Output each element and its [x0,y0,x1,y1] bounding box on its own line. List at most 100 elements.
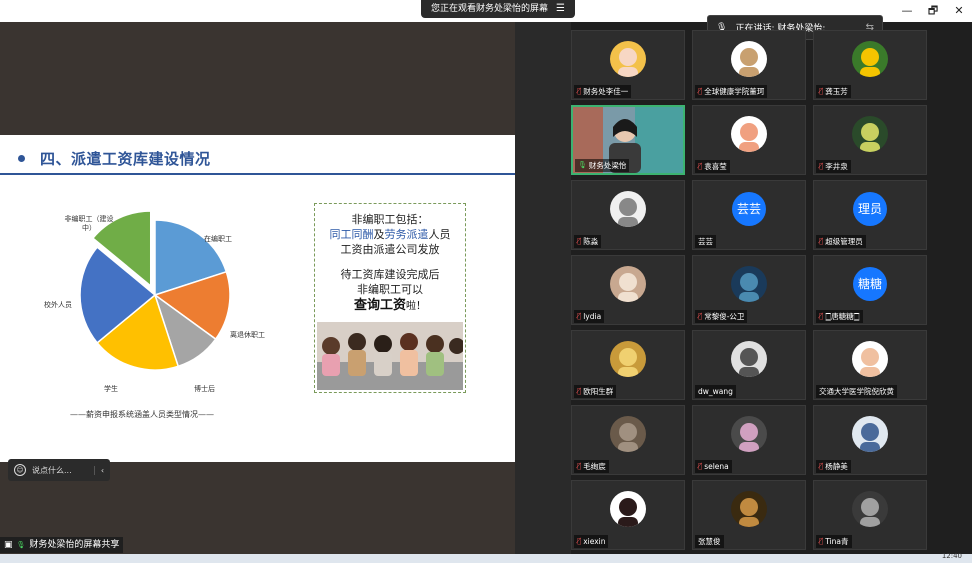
pie-label-student: 学生 [104,385,118,393]
mic-muted-icon: 🎙̸ [819,537,824,545]
participant-name-tag: 🎙̸ 超级管理员 [816,235,866,248]
mic-muted-icon: 🎙̸ [577,312,582,320]
avatar [610,341,646,377]
participant-name-tag: 🎙̸ 袁喜莹 [695,160,730,173]
notice-line-3: 工资由派遣公司发放 [340,243,440,256]
mic-muted-icon: 🎙̸ [577,237,582,245]
participant-name-tag: 🎙̸ 常黎俊-公卫 [695,310,748,323]
notice-and: 及 [373,228,385,241]
meeting-window: 您正在观看财务处梁怡的屏幕 ☰ — 🗗 ✕ 四、派遣工资库建设情况 非编职工（建… [0,0,972,563]
participant-name: Tina青 [825,537,849,546]
participant-tile[interactable]: 交通大学医学院倪欣黄 [813,330,927,400]
share-status: ▣ 🎙 财务处梁怡的屏幕共享 [0,537,124,553]
participant-tile[interactable]: 🎙̸ 毛绚宸 [571,405,685,475]
pie-label-retired: 离退休职工 [230,331,265,339]
shared-screen: 四、派遣工资库建设情况 非编职工（建设中） 在编职工 离退休职工 博士后 学生 … [0,22,515,554]
participant-tile[interactable]: 🎙̸ Tina青 [813,480,927,550]
participant-tile[interactable]: 🎙̸ 常黎俊-公卫 [692,255,806,325]
participant-tile[interactable]: 🎙̸ 袁喜莹 [692,105,806,175]
notice-line-1: 非编职工包括： [351,213,429,226]
avatar [731,41,767,77]
avatar [731,491,767,527]
comment-placeholder[interactable]: 说点什么... [32,465,72,476]
participant-name: 张慧俊 [698,537,721,546]
comment-bar[interactable]: ☺ 说点什么... ‹ [8,459,110,481]
avatar [610,491,646,527]
panel-divider[interactable] [515,22,571,554]
bullet-icon [18,155,25,162]
participant-name-tag: 🎙̸ xiexin [574,535,609,548]
notice-people: 人员 [428,228,451,241]
participant-name: 欧阳生群 [583,387,614,396]
restore-button[interactable]: 🗗 [920,0,946,22]
notice-line-2: 同工同酬及劳务派遣人员 [315,227,465,242]
pie-label-postdoc: 博士后 [194,385,215,393]
participant-name: 龚玉芳 [825,87,848,96]
participant-tile[interactable]: 🎙̸ selena [692,405,806,475]
cartoon-people-illustration [317,322,463,390]
collapse-arrow-icon[interactable]: ‹ [94,465,110,475]
mic-muted-icon: 🎙̸ [577,537,582,545]
participant-tile[interactable]: 🎙̸ 全球健康学院董珂 [692,30,806,100]
share-status-text: 财务处梁怡的屏幕共享 [29,540,120,550]
window-controls: — 🗗 ✕ [894,0,972,22]
participant-tile[interactable]: 芸芸 芸芸 [692,180,806,250]
participant-tile[interactable]: 🎙̸ 陈淼 [571,180,685,250]
avatar [731,341,767,377]
menu-icon[interactable]: ☰ [556,0,565,18]
participant-tile[interactable]: 🎙 财务处梁怡 [571,105,685,175]
participant-name: lydia [583,312,602,321]
participant-name-tag: 🎙̸ 杨静美 [816,460,851,473]
avatar [852,416,888,452]
participant-tile[interactable]: 🎙̸ 龚玉芳 [813,30,927,100]
participant-name: 财务处梁怡 [588,161,627,170]
mic-icon: 🎙 [578,161,587,169]
participant-name: 袁喜莹 [704,162,727,171]
avatar [610,416,646,452]
slide-title: 四、派遣工资库建设情况 [40,150,211,168]
participant-tile[interactable]: 张慧俊 [692,480,806,550]
participant-name: 常黎俊-公卫 [704,312,745,321]
avatar [731,116,767,152]
participant-name: selena [704,462,729,471]
participant-tile[interactable]: 糖糖 🎙̸ 🀆唐糖糖🀆 [813,255,927,325]
mic-muted-icon: 🎙̸ [698,312,703,320]
mic-muted-icon: 🎙̸ [698,462,703,470]
notice-exclaim: 啦！ [406,301,426,312]
participant-tile[interactable]: 🎙̸ 李井泉 [813,105,927,175]
mic-muted-icon: 🎙̸ [819,162,824,170]
close-button[interactable]: ✕ [946,0,972,22]
participant-name-tag: 张慧俊 [695,535,724,548]
participant-name: 交通大学医学院倪欣黄 [819,387,894,396]
minimize-button[interactable]: — [894,0,920,22]
slide-header: 四、派遣工资库建设情况 [0,141,515,175]
mic-muted-icon: 🎙̸ [819,462,824,470]
avatar: 芸芸 [732,192,766,226]
share-notice-text: 您正在观看财务处梁怡的屏幕 [431,4,549,14]
participant-tile[interactable]: dw_wang [692,330,806,400]
participant-tile[interactable]: 🎙̸ 杨静美 [813,405,927,475]
chart-caption: ——薪资申报系统涵盖人员类型情况—— [70,410,214,419]
participant-name-tag: 芸芸 [695,235,716,248]
participant-name: 芸芸 [698,237,713,246]
participant-name-tag: 🎙̸ selena [695,460,732,473]
share-notice[interactable]: 您正在观看财务处梁怡的屏幕 ☰ [421,0,575,18]
notice-line-5: 非编职工可以 [357,283,423,296]
participant-name-tag: 🎙̸ 全球健康学院董珂 [695,85,768,98]
participant-tile[interactable]: 🎙̸ lydia [571,255,685,325]
mic-muted-icon: 🎙̸ [819,87,824,95]
participant-tile[interactable]: 理员 🎙̸ 超级管理员 [813,180,927,250]
participant-name: 财务处李佳一 [583,87,629,96]
avatar [852,491,888,527]
notice-blue-2: 劳务派遣 [384,228,429,241]
mic-muted-icon: 🎙̸ [698,162,703,170]
participant-tile[interactable]: 🎙̸ 财务处李佳一 [571,30,685,100]
avatar [610,266,646,302]
participant-name: 毛绚宸 [583,462,606,471]
notice-line-6: 查询工资啦！ [315,297,465,316]
pie-label-nonstaff: 非编职工（建设中） [64,215,114,232]
slide: 四、派遣工资库建设情况 非编职工（建设中） 在编职工 离退休职工 博士后 学生 … [0,135,515,462]
emoji-icon[interactable]: ☺ [14,464,26,476]
participant-tile[interactable]: 🎙̸ xiexin [571,480,685,550]
participant-tile[interactable]: 🎙̸ 欧阳生群 [571,330,685,400]
